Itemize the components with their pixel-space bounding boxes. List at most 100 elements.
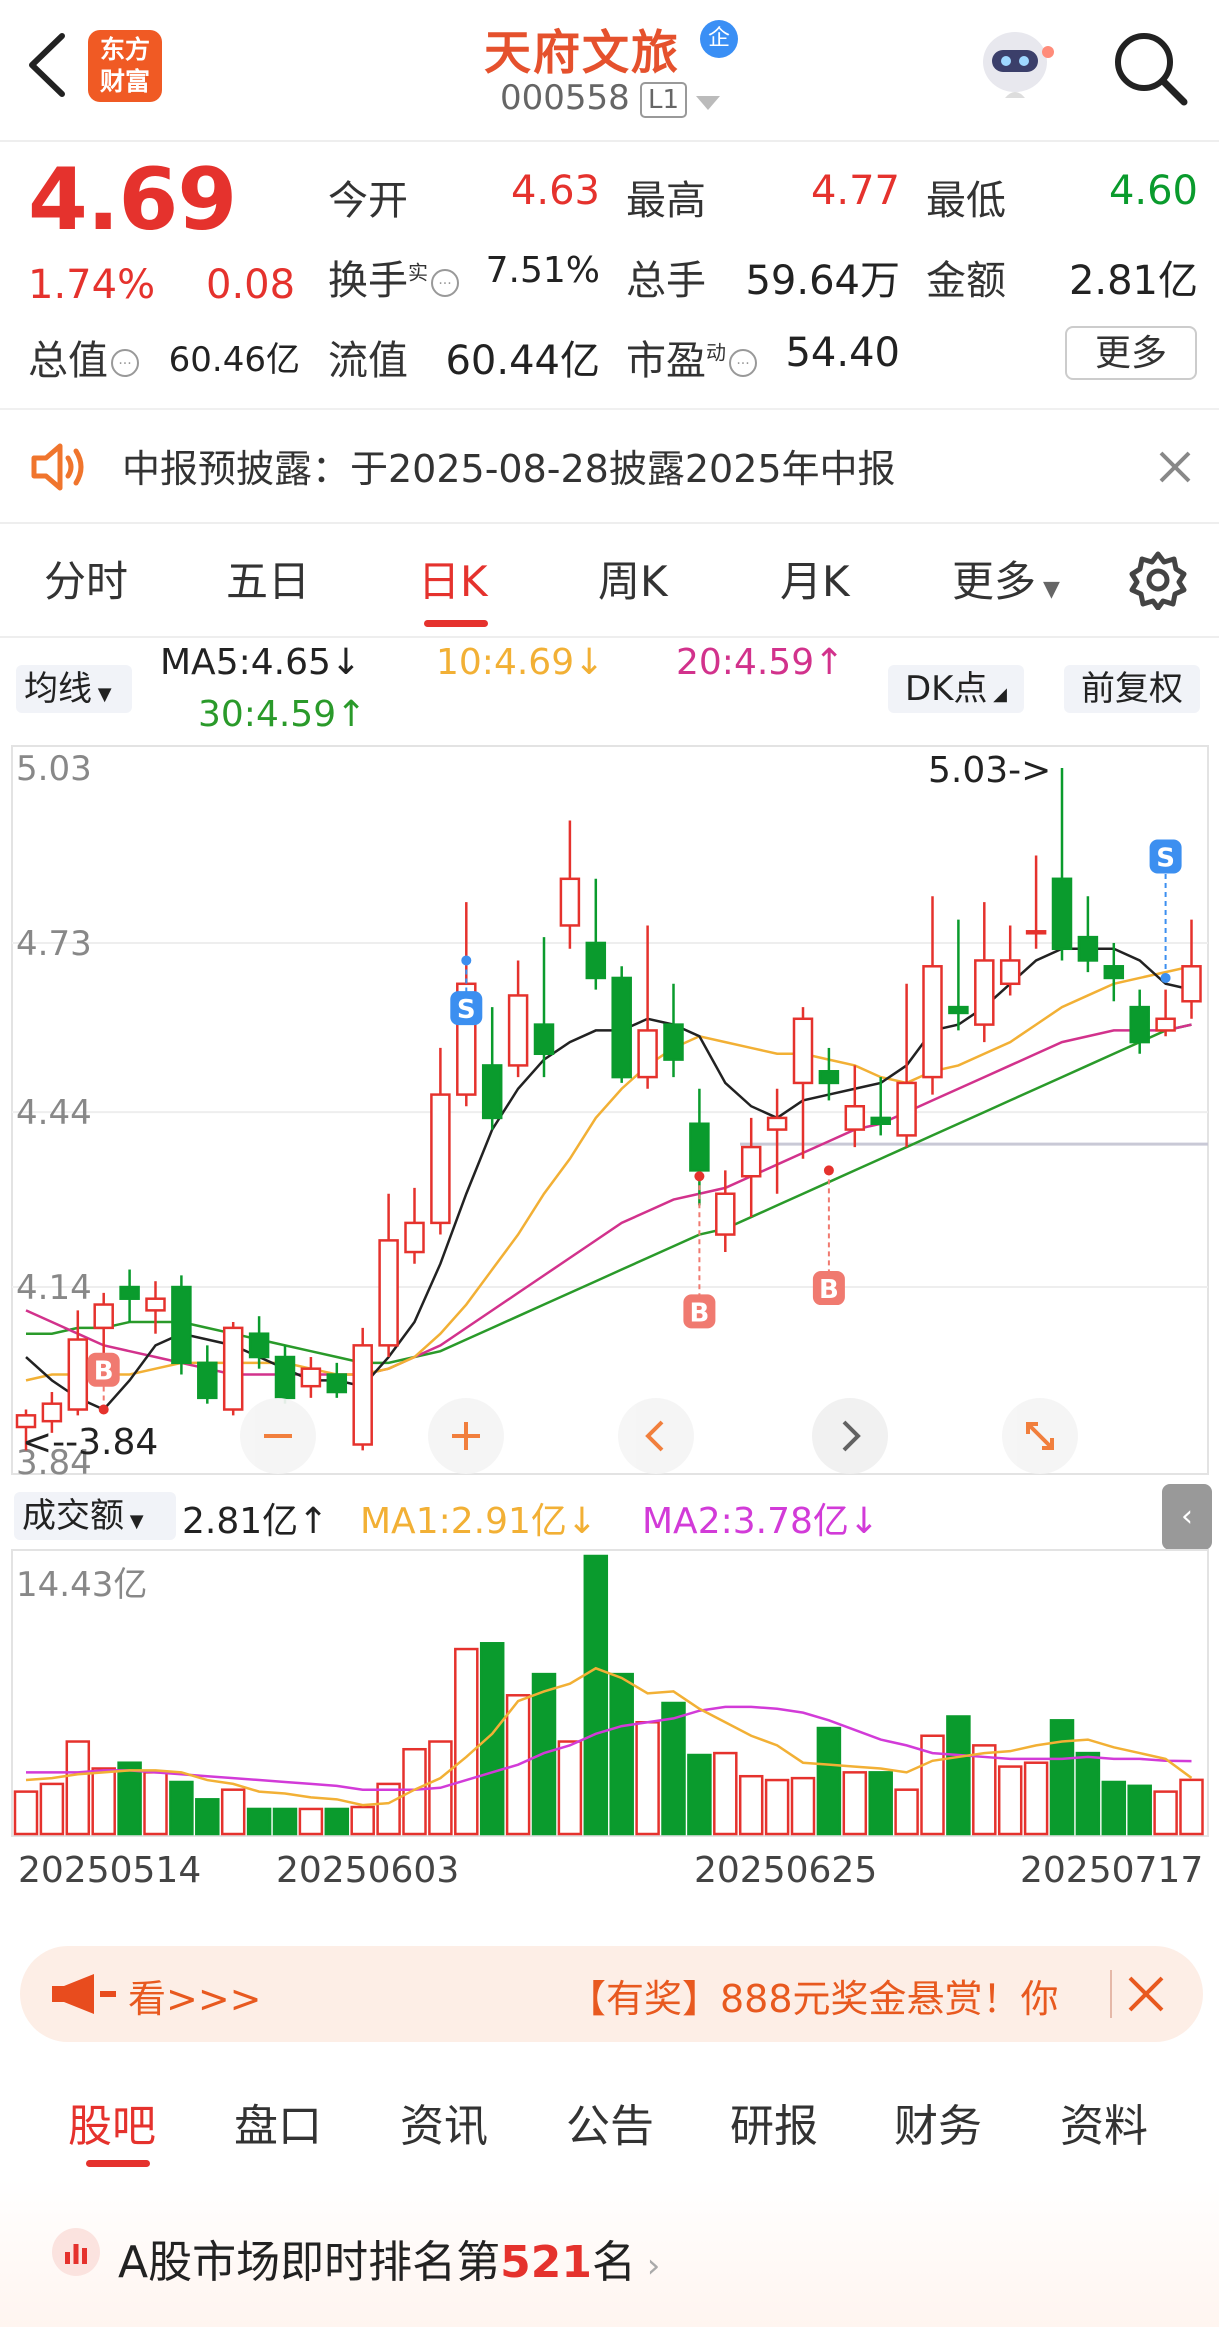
marker-dot [694, 1171, 705, 1182]
chevron-left-icon [645, 1420, 664, 1452]
volume-bar [842, 1771, 868, 1836]
more-quote-button[interactable]: 更多 [1065, 326, 1197, 380]
candle-body [1155, 1017, 1176, 1032]
robot-avatar-icon[interactable] [970, 22, 1060, 112]
change-percent: 1.74% [28, 262, 156, 308]
collapse-panel-button[interactable]: ‹ [1162, 1484, 1212, 1550]
tab-daily-k[interactable]: 日K [418, 548, 488, 609]
fullscreen-button[interactable] [1002, 1398, 1078, 1474]
tab-research[interactable]: 研报 [730, 2090, 818, 2154]
volume-bar [324, 1807, 350, 1836]
tab-financials[interactable]: 财务 [894, 2090, 982, 2154]
candle-body [715, 1192, 736, 1236]
open-value: 4.63 [510, 168, 600, 214]
high-label: 最高 [626, 178, 706, 224]
tab-profile[interactable]: 资料 [1060, 2090, 1148, 2154]
volume-bar [298, 1807, 324, 1836]
back-chevron-icon[interactable] [22, 30, 72, 100]
divider [0, 522, 1219, 524]
ma10-line [25, 965, 1192, 1382]
volume-bar [195, 1798, 220, 1836]
volume-bar [687, 1753, 712, 1836]
zoom-in-button[interactable] [428, 1398, 504, 1474]
candle-body [740, 1145, 762, 1178]
tab-order-book[interactable]: 盘口 [234, 2090, 322, 2154]
volume-value: 2.81亿↑ [182, 1501, 329, 1542]
volume-bar [635, 1721, 660, 1836]
close-icon[interactable] [1126, 1976, 1166, 2012]
info-icon: ··· [111, 349, 139, 377]
tab-announcements[interactable]: 公告 [566, 2090, 654, 2154]
date-label: 20250603 [276, 1850, 460, 1891]
date-label: 20250717 [1020, 1850, 1204, 1891]
candle-body [430, 1093, 451, 1225]
pan-right-button[interactable] [812, 1398, 888, 1474]
volume-selector[interactable]: 成交额 ▼ [14, 1492, 176, 1540]
dropdown-triangle-icon[interactable] [696, 96, 720, 110]
candlestick-chart[interactable]: 5.034.734.444.143.84 BSBBS 5.03-> <--3.8… [0, 740, 1219, 1480]
banner-left-text: 看>>> [128, 1977, 262, 2021]
trade-markers: B S B B S [87, 839, 1182, 1415]
dk-point-button[interactable]: DK点 ◢ [888, 665, 1024, 713]
amount-label: 金额 [926, 258, 1006, 304]
tab-weekly-k[interactable]: 周K [598, 548, 668, 609]
candle-body [1077, 935, 1099, 962]
app-logo: 东方 财富 [88, 30, 162, 102]
ma5-readout: MA5:4.65↓ [160, 642, 362, 683]
volume-bar [894, 1788, 919, 1836]
volume-bar [1075, 1751, 1101, 1836]
search-icon[interactable] [1110, 28, 1190, 108]
promo-banner[interactable]: 看>>> 【有奖】888元奖金悬赏！你 [20, 1946, 1203, 2042]
volume-bar [39, 1782, 65, 1836]
marker-label: B [689, 1298, 709, 1328]
candle-body [378, 1239, 399, 1347]
ma30-readout: 30:4.59↑ [198, 694, 367, 735]
candle-body [1025, 930, 1047, 935]
zoom-out-button[interactable] [240, 1398, 316, 1474]
current-price: 4.69 [28, 150, 237, 250]
pan-left-button[interactable] [618, 1398, 694, 1474]
volume-bar [1049, 1719, 1075, 1836]
price-axis-label: 4.44 [16, 1093, 92, 1133]
candle-body [1181, 965, 1202, 1003]
volume-bar [220, 1788, 246, 1836]
info-icon: ··· [431, 269, 459, 297]
marker-label: S [1156, 843, 1175, 873]
market-rank[interactable]: A股市场即时排名第521名 › [118, 2226, 660, 2290]
volume-bars [13, 1554, 1204, 1836]
tab-forum[interactable]: 股吧 [68, 2090, 156, 2154]
candle-body [844, 1105, 866, 1131]
tab-intraday[interactable]: 分时 [44, 548, 128, 609]
ma-selector[interactable]: 均线 ▼ [16, 665, 132, 713]
tab-monthly-k[interactable]: 月K [780, 548, 850, 609]
tab-more[interactable]: 更多 ▼ [952, 548, 1060, 609]
stock-name: 天府文旅 [484, 26, 680, 81]
plus-icon [452, 1422, 480, 1450]
volume-chart[interactable]: 14.43亿 [0, 1548, 1219, 1838]
volume-bar [350, 1805, 375, 1836]
gear-icon[interactable] [1128, 550, 1188, 610]
ma-lines [25, 947, 1192, 1412]
adjust-button[interactable]: 前复权 [1064, 665, 1200, 713]
volume-bar [479, 1642, 505, 1836]
candle-body [41, 1402, 63, 1423]
tab-news[interactable]: 资讯 [400, 2090, 488, 2154]
volume-bar [816, 1726, 842, 1836]
header-bar: 东方 财富 天府文旅 企 000558 L1 [0, 0, 1219, 142]
max-price-marker: 5.03-> [928, 750, 1051, 791]
date-label: 20250514 [18, 1850, 202, 1891]
min-price-marker: <--3.84 [22, 1422, 158, 1463]
volume-bar [609, 1672, 634, 1836]
candle-body [300, 1367, 322, 1388]
candle-body [896, 1081, 917, 1137]
volume-bar [764, 1778, 790, 1836]
candle-body [818, 1070, 840, 1085]
volume-bar [1101, 1780, 1127, 1836]
close-icon[interactable] [1158, 450, 1192, 484]
volume-bar [738, 1774, 764, 1836]
pe-value: 54.40 [785, 330, 900, 376]
ma20-readout: 20:4.59↑ [676, 642, 845, 683]
tab-five-day[interactable]: 五日 [226, 548, 310, 609]
high-value: 4.77 [810, 168, 900, 214]
volume-axis-label: 14.43亿 [16, 1565, 147, 1605]
